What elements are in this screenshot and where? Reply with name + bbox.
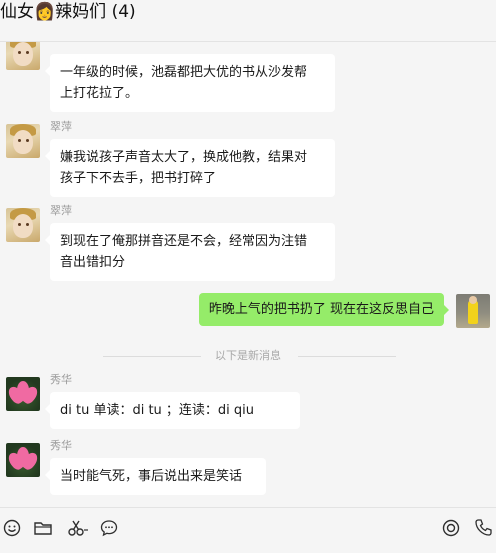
message-list[interactable]: 翠萍 一年级的时候，池磊都把大优的书从沙发帮 上打花拉了。 翠萍 嫌我说孩子声音… xyxy=(0,42,496,504)
composer-toolbar xyxy=(0,512,496,546)
message-bubble[interactable]: 当时能气死，事后说出来是笑话 xyxy=(45,458,266,495)
scissors-icon[interactable] xyxy=(66,518,90,538)
avatar[interactable] xyxy=(6,124,40,158)
composer-divider xyxy=(0,507,496,508)
record-icon[interactable] xyxy=(441,518,461,538)
avatar[interactable] xyxy=(6,42,40,70)
avatar[interactable] xyxy=(6,443,40,477)
message-text-line: 到现在了俺那拼音还是不会，经常因为注错 xyxy=(60,234,308,249)
message-text-line: 当时能气死，事后说出来是笑话 xyxy=(60,469,243,484)
divider-label: 以下是新消息 xyxy=(215,349,281,362)
message-bubble[interactable]: 一年级的时候，池磊都把大优的书从沙发帮 上打花拉了。 xyxy=(45,54,335,112)
message-text-line: 嫌我说孩子声音太大了，换成他教，结果对 xyxy=(60,150,308,165)
chat-title: 仙女👩辣妈们 (4) xyxy=(0,0,496,30)
folder-icon[interactable] xyxy=(33,518,53,538)
emoji-icon[interactable] xyxy=(2,518,22,538)
message-text-line: 一年级的时候，池磊都把大优的书从沙发帮 xyxy=(60,65,308,80)
message-text-line: 上打花拉了。 xyxy=(60,86,139,101)
message-bubble[interactable]: 嫌我说孩子声音太大了，换成他教，结果对 孩子下不去手，把书打碎了 xyxy=(45,139,335,197)
chat-bubble-icon[interactable] xyxy=(99,518,119,538)
avatar[interactable] xyxy=(6,208,40,242)
my-avatar[interactable] xyxy=(456,294,490,328)
sender-name: 翠萍 xyxy=(50,204,72,217)
message-text-line: di tu 单读：di tu ；连读：di qiu xyxy=(60,403,255,418)
new-messages-divider: 以下是新消息 xyxy=(0,349,496,363)
my-message-bubble[interactable]: 昨晚上气的把书扔了 现在在这反思自己 xyxy=(198,293,450,326)
message-text-line: 昨晚上气的把书扔了 现在在这反思自己 xyxy=(208,302,434,317)
message-bubble[interactable]: 到现在了俺那拼音还是不会，经常因为注错 音出错扣分 xyxy=(45,223,335,281)
message-text-line: 孩子下不去手，把书打碎了 xyxy=(60,171,217,186)
message-text-line: 音出错扣分 xyxy=(60,255,126,270)
sender-name: 翠萍 xyxy=(50,42,72,43)
sender-name: 翠萍 xyxy=(50,120,72,133)
phone-icon[interactable] xyxy=(474,518,494,538)
sender-name: 秀华 xyxy=(50,373,72,386)
avatar[interactable] xyxy=(6,377,40,411)
message-bubble[interactable]: di tu 单读：di tu ；连读：di qiu xyxy=(45,392,300,429)
sender-name: 秀华 xyxy=(50,439,72,452)
